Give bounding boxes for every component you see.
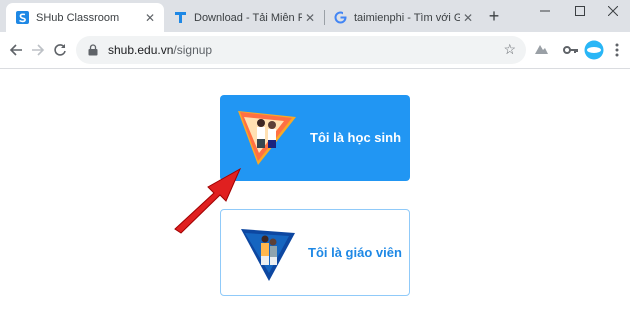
- maximize-icon[interactable]: [563, 0, 597, 22]
- tab-strip: SHub Classroom ✕ Download - Tải Miễn Phí…: [0, 0, 630, 32]
- lock-icon[interactable]: [88, 44, 100, 56]
- student-role-button[interactable]: Tôi là học sinh: [220, 95, 410, 181]
- teacher-role-button[interactable]: Tôi là giáo viên: [220, 209, 410, 296]
- close-icon[interactable]: ✕: [142, 11, 158, 25]
- reload-icon[interactable]: [51, 41, 69, 59]
- tab-title: taimienphi - Tìm với Google: [354, 11, 460, 24]
- avatar[interactable]: [584, 40, 604, 60]
- forward-icon[interactable]: [29, 41, 47, 59]
- new-tab-button[interactable]: +: [485, 7, 503, 25]
- tab-google-search[interactable]: taimienphi - Tìm với Google ✕: [324, 3, 482, 32]
- back-icon[interactable]: [7, 41, 25, 59]
- teacher-illustration: [239, 223, 299, 288]
- url-text: shub.edu.vn/signup: [108, 43, 212, 57]
- url-path: /signup: [173, 43, 213, 57]
- tab-title: Download - Tải Miễn Phí VN - P: [194, 11, 302, 24]
- close-icon[interactable]: ✕: [302, 11, 318, 25]
- taimienphi-icon: [174, 11, 187, 24]
- teacher-label: Tôi là giáo viên: [308, 245, 402, 260]
- tab-taimienphi[interactable]: Download - Tải Miễn Phí VN - P ✕: [164, 3, 324, 32]
- tab-shub-classroom[interactable]: SHub Classroom ✕: [6, 3, 164, 32]
- google-icon: [334, 11, 347, 24]
- browser-toolbar: shub.edu.vn/signup ☆: [0, 32, 630, 69]
- page-content: Tôi là học sinh Tôi là giáo viên: [0, 69, 630, 322]
- student-label: Tôi là học sinh: [310, 130, 402, 145]
- minimize-icon[interactable]: [528, 0, 562, 22]
- tab-title: SHub Classroom: [36, 11, 120, 24]
- bookmark-star-icon[interactable]: ☆: [503, 41, 516, 58]
- annotation-arrow: [174, 167, 242, 234]
- url-host: shub.edu.vn: [108, 43, 174, 57]
- shub-icon: [16, 11, 29, 24]
- extension-icon[interactable]: [533, 42, 549, 58]
- address-bar[interactable]: shub.edu.vn/signup ☆: [76, 36, 526, 64]
- key-icon[interactable]: [563, 42, 579, 58]
- close-icon[interactable]: ✕: [460, 11, 476, 25]
- menu-dots-icon[interactable]: [609, 42, 625, 58]
- close-window-icon[interactable]: [596, 0, 630, 22]
